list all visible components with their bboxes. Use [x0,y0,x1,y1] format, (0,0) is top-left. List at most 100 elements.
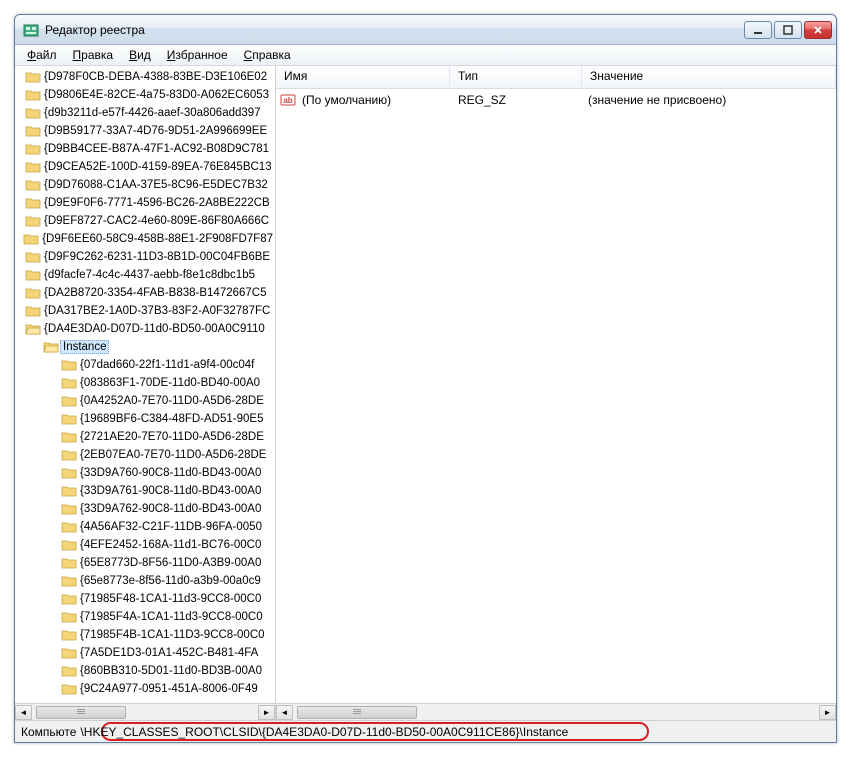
tree-item[interactable]: {33D9A761-90C8-11d0-BD43-00A0 [15,482,275,500]
value-data: (значение не присвоено) [584,93,730,107]
window-title: Редактор реестра [45,23,744,37]
tree-item[interactable]: {D9D76088-C1AA-37E5-8C96-E5DEC7B32 [15,176,275,194]
tree-item-label: Instance [60,340,109,354]
titlebar[interactable]: Редактор реестра [15,15,836,45]
menu-file[interactable]: Файл [19,46,65,64]
tree-item[interactable]: {D9B59177-33A7-4D76-9D51-2A996699EE [15,122,275,140]
tree-item-label: {71985F4A-1CA1-11d3-9CC8-00C0 [78,611,265,623]
registry-editor-window: Редактор реестра Файл Правка Вид Избранн… [14,14,837,743]
tree-item[interactable]: {2EB07EA0-7E70-11D0-A5D6-28DE [15,446,275,464]
tree-item[interactable]: {d9b3211d-e57f-4426-aaef-30a806add397 [15,104,275,122]
status-path: \HKEY_CLASSES_ROOT\CLSID\{DA4E3DA0-D07D-… [80,725,568,739]
tree-item[interactable]: {D9EF8727-CAC2-4e60-809E-86F80A666C [15,212,275,230]
folder-closed-icon [61,682,77,696]
tree-item-label: {D9F6EE60-58C9-458B-88E1-2F908FD7F87 [40,233,275,245]
tree-item[interactable]: {D978F0CB-DEBA-4388-83BE-D3E106E02 [15,68,275,86]
tree-item[interactable]: {4A56AF32-C21F-11DB-96FA-0050 [15,518,275,536]
scroll-left-button[interactable]: ◄ [15,705,32,720]
tree-item-label: {D9806E4E-82CE-4a75-83D0-A062EC6053 [42,89,271,101]
status-computer-label: Компьюте [21,725,76,739]
tree-item[interactable]: {9C24A977-0951-451A-8006-0F49 [15,680,275,698]
tree-item[interactable]: {D9F6EE60-58C9-458B-88E1-2F908FD7F87 [15,230,275,248]
menu-edit[interactable]: Правка [65,46,122,64]
list-hscrollbar[interactable]: ◄ ► [276,703,836,720]
tree-item[interactable]: {860BB310-5D01-11d0-BD3B-00A0 [15,662,275,680]
tree-item[interactable]: {D9E9F0F6-7771-4596-BC26-2A8BE222CB [15,194,275,212]
tree-item[interactable]: {2721AE20-7E70-11D0-A5D6-28DE [15,428,275,446]
tree-item[interactable]: {DA2B8720-3354-4FAB-B838-B1472667C5 [15,284,275,302]
tree-item-label: {D9E9F0F6-7771-4596-BC26-2A8BE222CB [42,197,272,209]
scroll-right-button[interactable]: ► [258,705,275,720]
folder-closed-icon [25,250,41,264]
scroll-left-button[interactable]: ◄ [276,705,293,720]
scroll-thumb[interactable] [297,706,417,719]
folder-closed-icon [25,124,41,138]
value-name: (По умолчанию) [298,93,454,107]
tree-item[interactable]: {19689BF6-C384-48FD-AD51-90E5 [15,410,275,428]
menu-help[interactable]: Справка [236,46,299,64]
tree-item[interactable]: {083863F1-70DE-11d0-BD40-00A0 [15,374,275,392]
folder-closed-icon [25,214,41,228]
folder-closed-icon [61,574,77,588]
tree-item-label: {860BB310-5D01-11d0-BD3B-00A0 [78,665,264,677]
tree-item[interactable]: {71985F48-1CA1-11d3-9CC8-00C0 [15,590,275,608]
tree-item[interactable]: {0A4252A0-7E70-11D0-A5D6-28DE [15,392,275,410]
folder-closed-icon [61,592,77,606]
tree-item[interactable]: {65E8773D-8F56-11D0-A3B9-00A0 [15,554,275,572]
menu-favorites[interactable]: Избранное [159,46,236,64]
maximize-button[interactable] [774,21,802,39]
tree-item-label: {D9B59177-33A7-4D76-9D51-2A996699EE [42,125,269,137]
tree-item[interactable]: {DA317BE2-1A0D-37B3-83F2-A0F32787FC [15,302,275,320]
tree-item-label: {7A5DE1D3-01A1-452C-B481-4FA [78,647,260,659]
tree-item-label: {D9CEA52E-100D-4159-89EA-76E845BC13 [42,161,274,173]
folder-closed-icon [25,286,41,300]
menubar: Файл Правка Вид Избранное Справка [15,45,836,66]
folder-closed-icon [61,610,77,624]
tree-item-label: {2EB07EA0-7E70-11D0-A5D6-28DE [78,449,268,461]
tree-item[interactable]: {D9CEA52E-100D-4159-89EA-76E845BC13 [15,158,275,176]
tree-item[interactable]: {33D9A760-90C8-11d0-BD43-00A0 [15,464,275,482]
tree-item[interactable]: {D9BB4CEE-B87A-47F1-AC92-B08D9C781 [15,140,275,158]
folder-closed-icon [25,304,41,318]
tree-item[interactable]: {65e8773e-8f56-11d0-a3b9-00a0c9 [15,572,275,590]
value-row[interactable]: ab(По умолчанию)REG_SZ(значение не присв… [280,91,832,109]
values-header[interactable]: Имя Тип Значение [276,66,836,89]
tree-item[interactable]: {71985F4B-1CA1-11D3-9CC8-00C0 [15,626,275,644]
tree-item-label: {DA4E3DA0-D07D-11d0-BD50-00A0C9110 [42,323,267,335]
tree-item[interactable]: {D9F9C262-6231-11D3-8B1D-00C04FB6BE [15,248,275,266]
tree-item[interactable]: {4EFE2452-168A-11d1-BC76-00C0 [15,536,275,554]
tree-item[interactable]: {DA4E3DA0-D07D-11d0-BD50-00A0C9110 [15,320,275,338]
tree-item[interactable]: {d9facfe7-4c4c-4437-aebb-f8e1c8dbc1b5 [15,266,275,284]
folder-closed-icon [25,88,41,102]
tree-item-label: {0A4252A0-7E70-11D0-A5D6-28DE [78,395,266,407]
scroll-thumb[interactable] [36,706,126,719]
registry-tree[interactable]: {D978F0CB-DEBA-4388-83BE-D3E106E02 {D9806… [15,66,275,703]
tree-item-label: {9C24A977-0951-451A-8006-0F49 [78,683,260,695]
col-name[interactable]: Имя [276,66,450,88]
menu-view[interactable]: Вид [121,46,159,64]
tree-item[interactable]: {7A5DE1D3-01A1-452C-B481-4FA [15,644,275,662]
tree-item[interactable]: {D9806E4E-82CE-4a75-83D0-A062EC6053 [15,86,275,104]
col-value[interactable]: Значение [582,66,836,88]
tree-item[interactable]: Instance [15,338,275,356]
tree-item[interactable]: {07dad660-22f1-11d1-a9f4-00c04f [15,356,275,374]
folder-closed-icon [61,412,77,426]
tree-item-label: {d9facfe7-4c4c-4437-aebb-f8e1c8dbc1b5 [42,269,257,281]
folder-closed-icon [61,358,77,372]
col-type[interactable]: Тип [450,66,582,88]
tree-item-label: {71985F48-1CA1-11d3-9CC8-00C0 [78,593,263,605]
tree-item-label: {D9D76088-C1AA-37E5-8C96-E5DEC7B32 [42,179,270,191]
tree-item-label: {65e8773e-8f56-11d0-a3b9-00a0c9 [78,575,263,587]
tree-item-label: {07dad660-22f1-11d1-a9f4-00c04f [78,359,256,371]
tree-item-label: {33D9A762-90C8-11d0-BD43-00A0 [78,503,263,515]
close-button[interactable] [804,21,832,39]
folder-closed-icon [25,160,41,174]
tree-item[interactable]: {71985F4A-1CA1-11d3-9CC8-00C0 [15,608,275,626]
folder-closed-icon [61,466,77,480]
tree-item[interactable]: {33D9A762-90C8-11d0-BD43-00A0 [15,500,275,518]
folder-closed-icon [61,520,77,534]
scroll-right-button[interactable]: ► [819,705,836,720]
minimize-button[interactable] [744,21,772,39]
tree-hscrollbar[interactable]: ◄ ► [15,703,275,720]
values-list[interactable]: ab(По умолчанию)REG_SZ(значение не присв… [276,89,836,703]
